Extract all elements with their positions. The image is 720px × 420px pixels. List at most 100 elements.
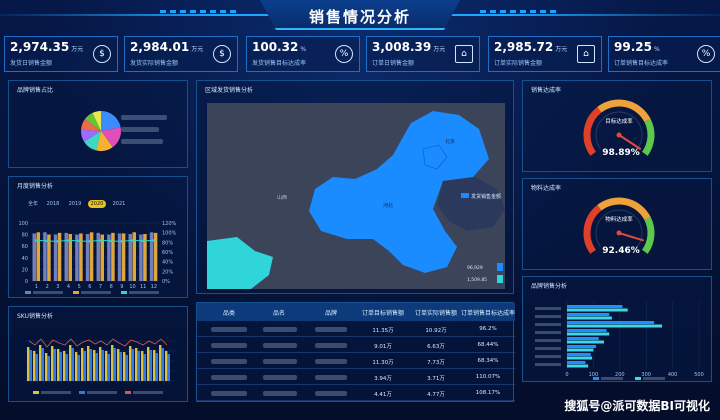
table-row[interactable]: 3.94万 3.71万 110.07% — [197, 369, 515, 385]
sku-bar-b[interactable] — [53, 349, 56, 381]
sku-bar-b[interactable] — [155, 353, 158, 381]
blurred-cell — [263, 327, 297, 332]
bar-series-2[interactable] — [89, 232, 94, 281]
sku-bar-a[interactable] — [75, 352, 78, 381]
brand-hbar-chart: 0 100 200 300 400 500 — [535, 301, 704, 380]
hbar-series-1[interactable] — [567, 313, 610, 316]
sku-bar-a[interactable] — [81, 348, 84, 381]
hbar-series-1[interactable] — [567, 329, 607, 332]
hbar-series-2[interactable] — [567, 308, 628, 312]
hbar-series-2[interactable] — [567, 348, 594, 352]
sku-bar-a[interactable] — [69, 345, 72, 381]
hbar-series-1[interactable] — [567, 361, 586, 364]
sku-bar-b[interactable] — [95, 353, 98, 381]
sku-bar-a[interactable] — [165, 351, 168, 381]
blurred-cell — [263, 359, 297, 364]
year-tab[interactable]: 全年 — [24, 200, 42, 208]
hbar-series-2[interactable] — [567, 316, 612, 320]
sku-bar-b[interactable] — [29, 350, 32, 381]
sku-bar-a[interactable] — [27, 347, 30, 381]
sku-bar-b[interactable] — [65, 354, 68, 381]
sku-bar-a[interactable] — [39, 345, 42, 381]
year-tab[interactable]: 2019 — [66, 200, 84, 208]
sku-bar-b[interactable] — [167, 354, 170, 381]
bar-series-2[interactable] — [57, 232, 62, 281]
sku-bar-a[interactable] — [141, 351, 144, 381]
hbar-series-2[interactable] — [567, 364, 589, 368]
year-tab[interactable]: 2020 — [88, 200, 106, 208]
sku-bar-a[interactable] — [105, 351, 108, 381]
sku-bar-a[interactable] — [111, 345, 114, 381]
sku-bar-a[interactable] — [159, 345, 162, 381]
hbar-label-blurred — [535, 339, 561, 342]
sku-bar-a[interactable] — [45, 353, 48, 381]
sku-bar-a[interactable] — [33, 351, 36, 381]
sku-bar-a[interactable] — [135, 348, 138, 381]
bar-series-1[interactable] — [43, 232, 47, 281]
sku-bar-b[interactable] — [125, 355, 128, 381]
sku-bar-b[interactable] — [77, 355, 80, 381]
sku-bar-b[interactable] — [89, 349, 92, 381]
cell-actual: 7.73万 — [427, 360, 445, 366]
sku-bar-b[interactable] — [101, 350, 104, 381]
sku-bar-a[interactable] — [51, 346, 54, 381]
table-row[interactable]: 11.35万 10.92万 96.2% — [197, 321, 515, 337]
sku-bar-a[interactable] — [63, 351, 66, 381]
watermark: 搜狐号@派可数据BI可视化 — [564, 399, 710, 413]
sku-bar-a[interactable] — [129, 346, 132, 381]
map-label-shanxi: 山西 — [277, 194, 287, 201]
sku-bar-b[interactable] — [71, 348, 74, 381]
y2-tick-label: 60% — [162, 250, 173, 256]
sku-bar-b[interactable] — [113, 348, 116, 381]
year-tab[interactable]: 2018 — [44, 200, 62, 208]
sku-bar-b[interactable] — [137, 351, 140, 381]
hbar-series-1[interactable] — [567, 321, 655, 324]
hbar-series-1[interactable] — [567, 305, 623, 308]
hbar-series-2[interactable] — [567, 332, 610, 336]
table-row[interactable]: 4.41万 4.77万 108.17% — [197, 385, 515, 401]
sku-bar-b[interactable] — [149, 350, 152, 381]
x-tick-label: 4 — [67, 284, 70, 290]
sku-bar-a[interactable] — [87, 346, 90, 381]
blurred-cell — [263, 375, 297, 380]
sku-bar-a[interactable] — [153, 350, 156, 381]
legend-label-blurred — [81, 291, 111, 294]
kpi-card: 2,985.72 万元 订单实际销售金额 ⌂ — [488, 36, 602, 72]
sku-bar-a[interactable] — [147, 347, 150, 381]
sku-bar-b[interactable] — [47, 356, 50, 381]
sku-bar-b[interactable] — [119, 352, 122, 381]
sku-bar-b[interactable] — [131, 349, 134, 381]
hbar-series-1[interactable] — [567, 353, 591, 356]
sku-bar-a[interactable] — [93, 350, 96, 381]
hbar-series-1[interactable] — [567, 337, 599, 340]
sku-bar-a[interactable] — [57, 349, 60, 381]
sku-bar-b[interactable] — [83, 351, 86, 381]
sku-bar-b[interactable] — [59, 352, 62, 381]
hbar-series-1[interactable] — [567, 345, 597, 348]
table-row[interactable]: 11.30万 7.73万 68.34% — [197, 353, 515, 369]
hbar-series-2[interactable] — [567, 324, 663, 328]
pie-chart — [81, 111, 121, 151]
sku-bar-b[interactable] — [161, 348, 164, 381]
th-actual: 订单实际销售额 — [414, 310, 457, 317]
sku-bar-b[interactable] — [107, 354, 110, 381]
sku-bar-b[interactable] — [41, 348, 44, 381]
table-row[interactable]: 9.01万 6.63万 68.44% — [197, 337, 515, 353]
gauge-inner-ring — [595, 209, 643, 247]
x-tick-label: 10 — [129, 284, 135, 290]
sku-bar-b[interactable] — [35, 354, 38, 381]
x-tick-label: 0 — [565, 372, 568, 378]
year-tab[interactable]: 2021 — [110, 200, 128, 208]
sku-bar-a[interactable] — [123, 352, 126, 381]
sku-bar-a[interactable] — [117, 349, 120, 381]
hbar-label-blurred — [535, 363, 561, 366]
house-icon: ⌂ — [577, 45, 595, 63]
kpi-label: 订单实际销售金额 — [494, 60, 543, 67]
map-scale-max: 96,929 — [467, 265, 483, 271]
hbar-series-2[interactable] — [567, 340, 604, 344]
bar-series-2[interactable] — [100, 234, 105, 281]
gauge-band — [641, 118, 655, 156]
sku-bar-b[interactable] — [143, 354, 146, 381]
hbar-series-2[interactable] — [567, 356, 593, 360]
sku-bar-a[interactable] — [99, 347, 102, 381]
